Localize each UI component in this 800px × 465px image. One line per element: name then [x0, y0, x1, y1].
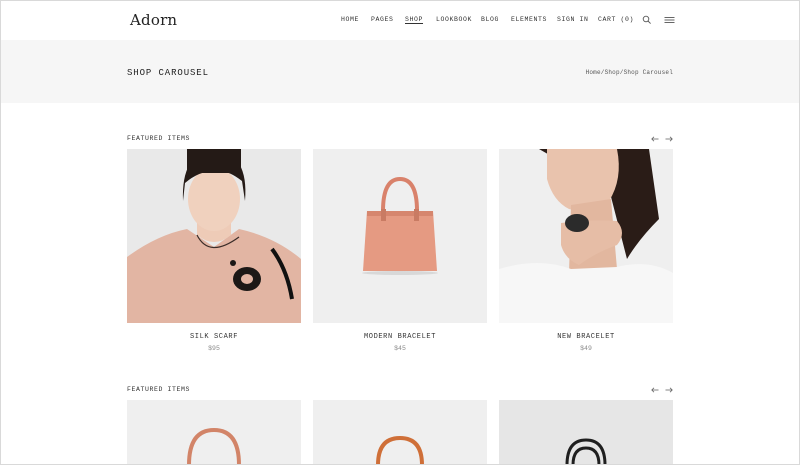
nav-lookbook[interactable]: LOOKBOOK [436, 16, 472, 23]
handbag-photo [127, 400, 301, 465]
product-image[interactable] [313, 400, 487, 465]
nav-elements[interactable]: ELEMENTS [511, 16, 547, 23]
site-header: Adorn HOME PAGES SHOP LOOKBOOK BLOG ELEM… [0, 0, 800, 40]
nav-home[interactable]: HOME [341, 16, 359, 23]
orange-handbag-photo [313, 400, 487, 465]
product-image[interactable] [313, 149, 487, 323]
arrow-right-icon[interactable] [665, 135, 673, 143]
carousel-arrows [651, 135, 673, 143]
page-title-band: SHOP CAROUSEL Home/Shop/Shop Carousel [0, 40, 800, 103]
carousel-arrows [651, 386, 673, 394]
woman-ring-photo [499, 149, 673, 323]
nav-sign-in[interactable]: SIGN IN [557, 16, 589, 23]
product-image[interactable] [127, 149, 301, 323]
breadcrumb[interactable]: Home/Shop/Shop Carousel [586, 69, 673, 76]
product-name[interactable]: MODERN BRACELET [313, 333, 487, 341]
black-bag-photo [499, 400, 673, 465]
pink-handbag-photo [313, 149, 487, 323]
nav-shop[interactable]: SHOP [405, 16, 423, 23]
product-price: $45 [394, 345, 406, 352]
arrow-right-icon[interactable] [665, 386, 673, 394]
nav-cart[interactable]: CART (0) [598, 16, 634, 23]
nav-pages[interactable]: PAGES [371, 16, 394, 23]
menu-icon[interactable] [664, 15, 675, 25]
product-image[interactable] [127, 400, 301, 465]
woman-necklace-photo [127, 149, 301, 323]
product-image[interactable] [499, 149, 673, 323]
search-icon[interactable] [642, 15, 652, 25]
nav-blog[interactable]: BLOG [481, 16, 499, 23]
section-title: FEATURED ITEMS [127, 135, 191, 142]
product-name[interactable]: NEW BRACELET [499, 333, 673, 341]
product-name[interactable]: SILK SCARF [127, 333, 301, 341]
product-image[interactable] [499, 400, 673, 465]
site-logo[interactable]: Adorn [130, 11, 177, 29]
section-title: FEATURED ITEMS [127, 386, 191, 393]
product-price: $49 [580, 345, 592, 352]
arrow-left-icon[interactable] [651, 135, 659, 143]
arrow-left-icon[interactable] [651, 386, 659, 394]
page-title: SHOP CAROUSEL [127, 68, 209, 78]
product-price: $95 [208, 345, 220, 352]
